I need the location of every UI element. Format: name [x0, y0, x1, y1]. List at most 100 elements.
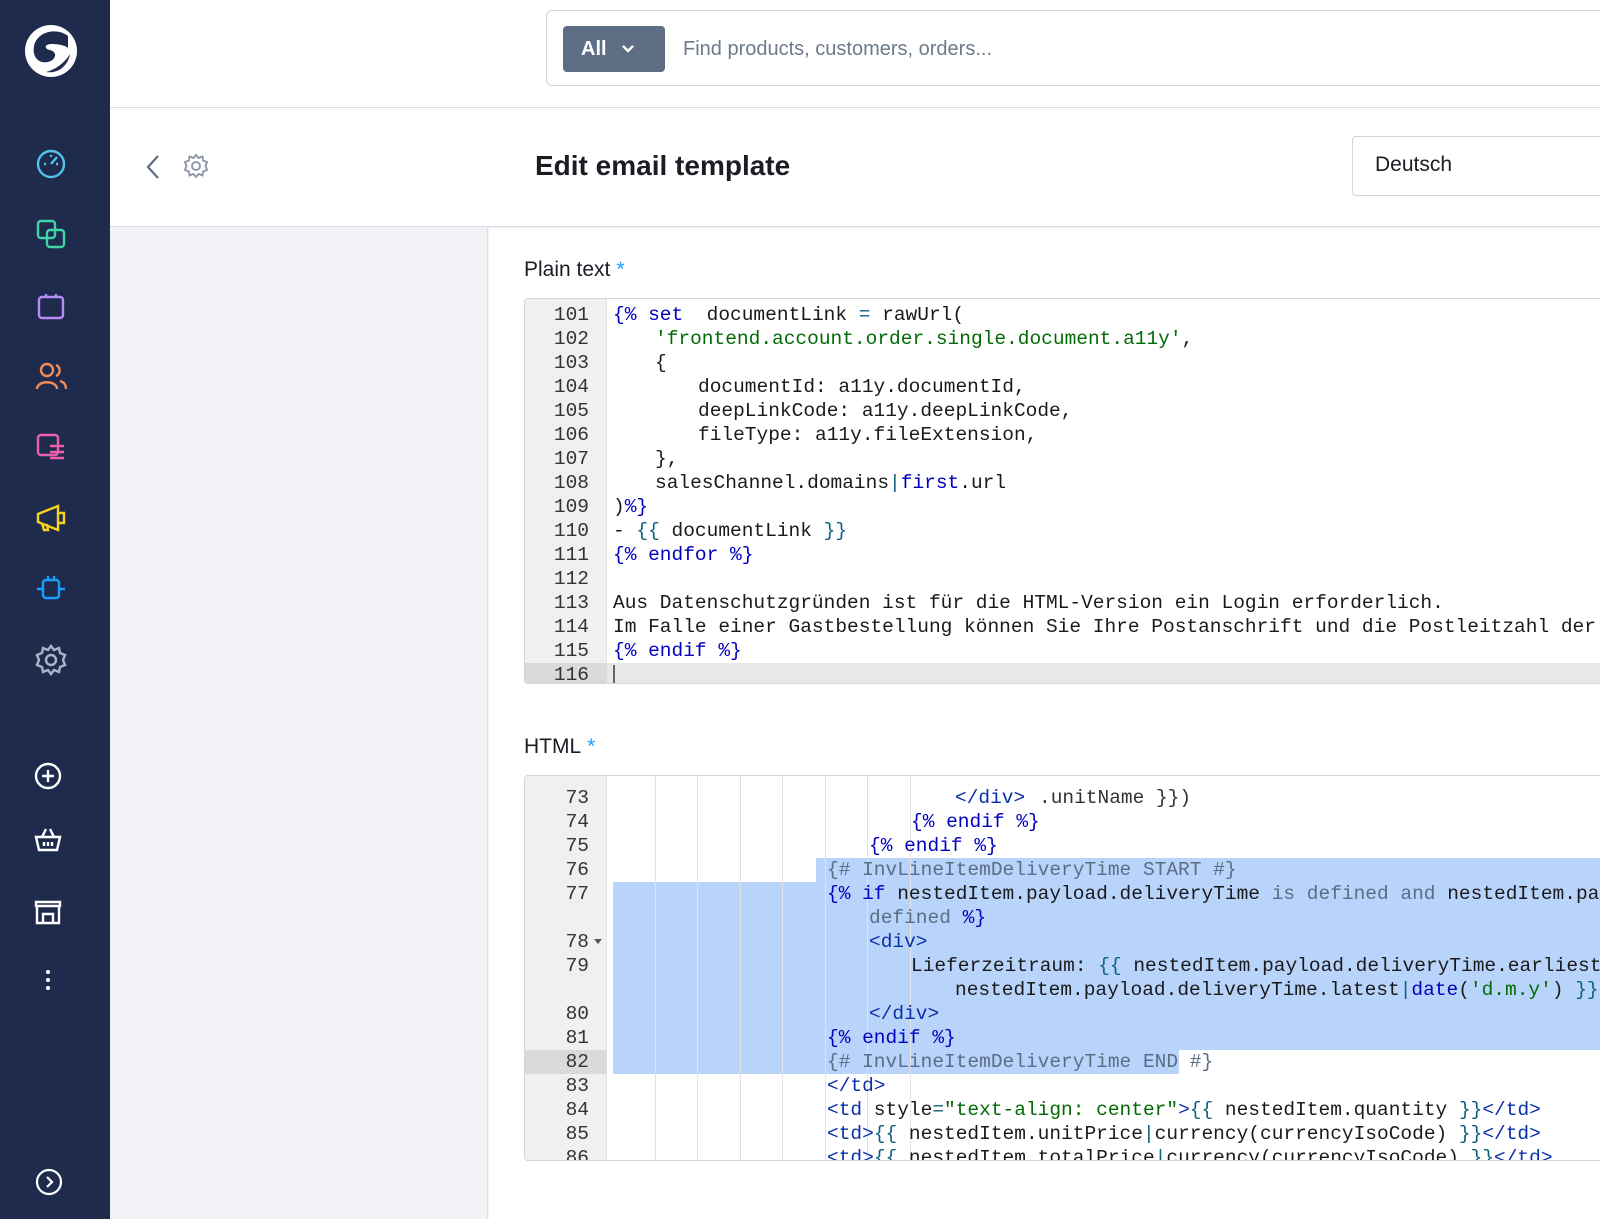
html-label: HTML *: [524, 735, 596, 758]
code-line: 76 {# InvLineItemDeliveryTime START #}: [525, 858, 1600, 882]
code-token: }}: [823, 520, 848, 542]
code-line: 79 Lieferzeitraum: {{ nestedItem.payload.…: [525, 954, 1600, 978]
required-marker: *: [616, 258, 625, 281]
code-token: {% set: [613, 304, 684, 326]
extensions-icon[interactable]: [33, 571, 69, 607]
code-token: .url: [959, 472, 1007, 494]
code-text: {% endfor %}: [613, 543, 753, 567]
code-text: </td>: [827, 1074, 886, 1098]
search-type-label: All: [581, 37, 607, 60]
code-token: nestedItem.payload.deliveryTime.latest: [955, 979, 1400, 1001]
settings-icon[interactable]: [33, 642, 69, 678]
code-text: {% endif %}: [613, 639, 742, 663]
code-token: ): [613, 496, 625, 518]
template-settings-button[interactable]: [182, 152, 210, 180]
code-text: defined %}: [869, 906, 986, 930]
code-token: <td: [827, 1099, 863, 1121]
code-token: </td>: [1482, 1099, 1541, 1121]
orders-icon[interactable]: [33, 287, 69, 323]
code-line: 111 {% endfor %}: [525, 543, 1600, 567]
code-token: {{: [1098, 955, 1122, 977]
customers-icon[interactable]: [33, 358, 69, 394]
dashboard-icon[interactable]: [33, 145, 69, 181]
code-token: 'd.m.y': [1469, 979, 1552, 1001]
line-number: 108: [553, 472, 589, 494]
code-text: deepLinkCode: a11y.deepLinkCode,: [698, 399, 1072, 423]
content-icon[interactable]: [33, 429, 69, 465]
gear-icon: [183, 153, 209, 179]
fold-arrow-icon[interactable]: [593, 938, 603, 946]
code-token: %}: [624, 496, 649, 518]
code-token: </td>: [1494, 1147, 1553, 1161]
code-token: {% endif %}: [827, 1027, 956, 1049]
html-code-editor[interactable]: .unitName }}) 73 </div> 74 {% endif %} 75 {% …: [524, 775, 1600, 1161]
code-line: 102 'frontend.account.order.single.docume…: [525, 327, 1600, 351]
global-search: All: [546, 10, 1600, 86]
marketing-icon[interactable]: [33, 500, 69, 536]
chevron-down-icon: [621, 45, 634, 53]
code-token: style: [862, 1099, 933, 1121]
catalogues-icon[interactable]: [33, 216, 69, 252]
store-icon[interactable]: [30, 893, 66, 929]
code-token: nestedItem.totalPrice: [897, 1147, 1155, 1161]
code-text: {# InvLineItemDeliveryTime START #}: [827, 858, 1237, 882]
expand-sidebar-icon[interactable]: [31, 1164, 67, 1200]
code-token: </td>: [827, 1075, 886, 1097]
code-line: 82 {# InvLineItemDeliveryTime END #}: [525, 1050, 1600, 1074]
code-line: 85 <td>{{ nestedItem.unitPrice|currency(c…: [525, 1122, 1600, 1146]
search-input[interactable]: [683, 27, 1583, 71]
code-line: 112: [525, 567, 1600, 591]
code-line: 77 {% if nestedItem.payload.deliveryTime …: [525, 882, 1600, 906]
code-line: defined %}: [525, 906, 1600, 930]
code-text: {% if nestedItem.payload.deliveryTime is…: [827, 882, 1600, 906]
code-text: <td>{{ nestedItem.unitPrice|currency(cur…: [827, 1122, 1541, 1146]
code-line: 86 <td>{{ nestedItem.totalPrice|currency(…: [525, 1146, 1600, 1161]
add-circle-icon[interactable]: [30, 758, 66, 794]
code-text: {% endif %}: [911, 810, 1040, 834]
line-number: 107: [553, 448, 589, 470]
line-number: 109: [553, 496, 589, 518]
code-text: {% endif %}: [827, 1026, 956, 1050]
line-number: 84: [565, 1099, 589, 1121]
code-token: -: [613, 520, 637, 542]
line-number: 79: [565, 955, 589, 977]
code-token: Lieferzeitraum:: [911, 955, 1099, 977]
code-line: 83 </td>: [525, 1074, 1600, 1098]
code-token: {# InvLineItemDeliveryTime END #}: [827, 1051, 1214, 1073]
code-line: 80 </div>: [525, 1002, 1600, 1026]
main-content: Plain text * 101 {% set documentLink = raw…: [489, 228, 1600, 1219]
code-token: {{: [1189, 1099, 1214, 1121]
line-number: 111: [553, 544, 589, 566]
line-number: 74: [565, 811, 589, 833]
code-token: nestedItem.payloa: [1447, 883, 1600, 905]
code-line: 107},: [525, 447, 1600, 471]
code-text: 'frontend.account.order.single.document.…: [655, 327, 1193, 351]
code-text: salesChannel.domains|first.url: [655, 471, 1006, 495]
code-token: nestedItem.payload.deliveryTime: [885, 883, 1272, 905]
sidebar: [0, 0, 110, 1219]
code-token: {% endif %}: [911, 811, 1040, 833]
code-line: 105 deepLinkCode: a11y.deepLinkCode,: [525, 399, 1600, 423]
code-token: }}: [1575, 979, 1599, 1001]
code-token: </td>: [1482, 1123, 1541, 1145]
code-line: nestedItem.payload.deliveryTime.latest|d…: [525, 978, 1600, 1002]
plain-text-code-editor[interactable]: 101 {% set documentLink = rawUrl(102 'fron…: [524, 298, 1600, 684]
code-line: 78 <div>: [525, 930, 1600, 954]
code-line: 109)%}: [525, 495, 1600, 519]
code-token: {{: [873, 1147, 898, 1161]
more-icon[interactable]: [30, 962, 66, 998]
line-number: 86: [565, 1147, 589, 1161]
required-marker: *: [587, 735, 596, 758]
code-token: }}: [1458, 1099, 1483, 1121]
code-token: is defined and: [1271, 883, 1436, 905]
top-bar: All: [110, 0, 1600, 108]
code-text: Aus Datenschutzgründen ist für die HTML-…: [613, 591, 1444, 615]
basket-icon[interactable]: [30, 822, 66, 858]
language-select[interactable]: Deutsch: [1352, 136, 1600, 196]
code-token: ): [1551, 979, 1576, 1001]
code-text: </div>: [869, 1002, 939, 1026]
line-number: 83: [565, 1075, 589, 1097]
search-type-dropdown[interactable]: All: [563, 26, 665, 72]
back-button[interactable]: [142, 152, 164, 182]
shopware-logo-icon[interactable]: [24, 24, 78, 78]
